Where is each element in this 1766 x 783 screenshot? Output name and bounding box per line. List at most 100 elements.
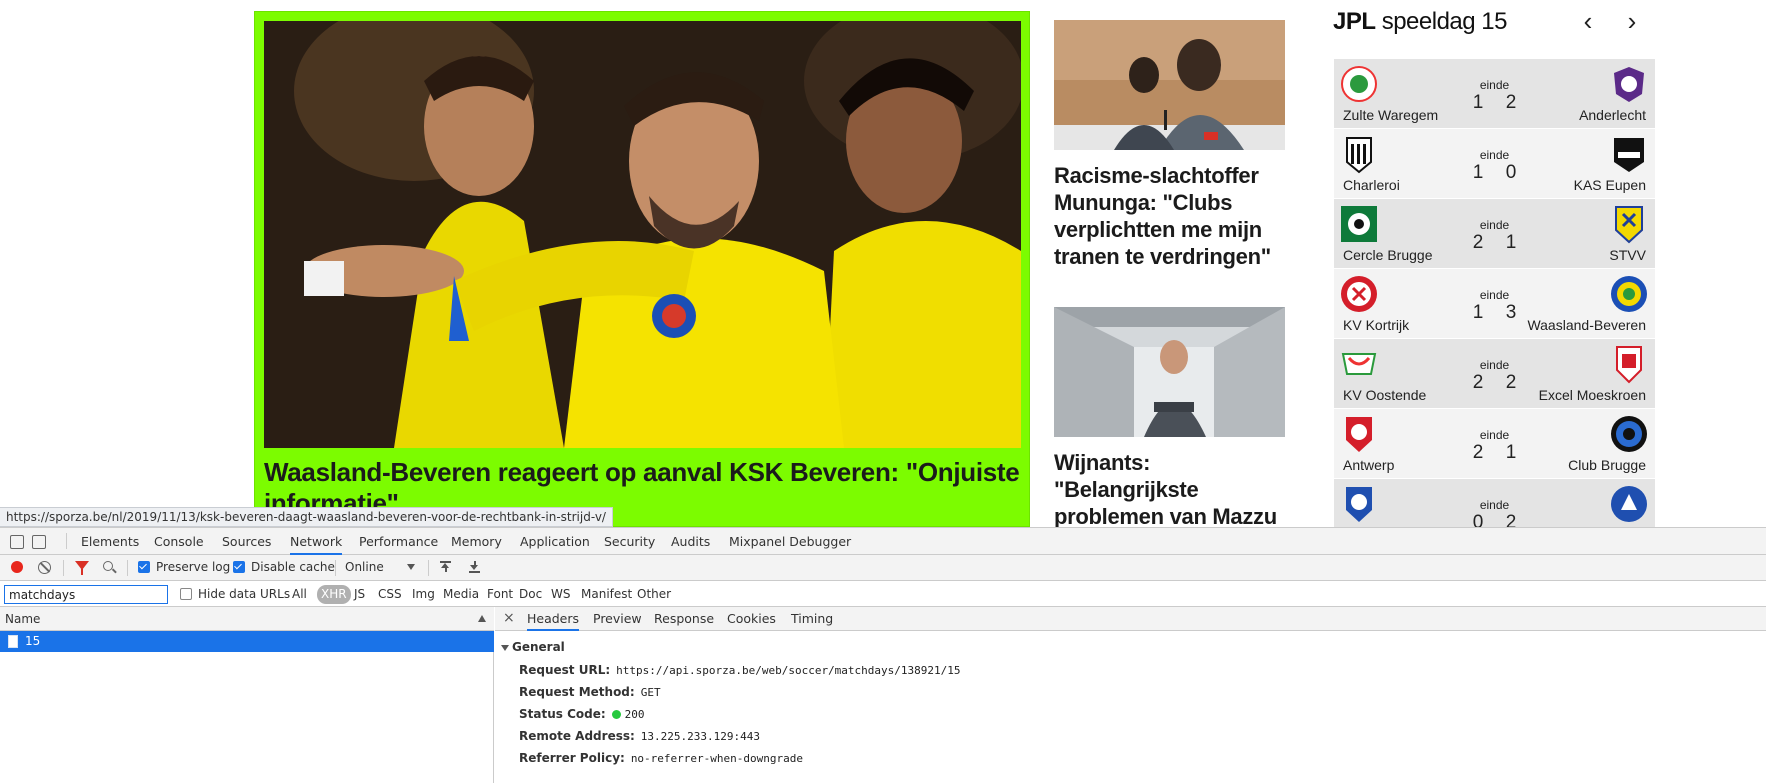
detail-tabbar: × Headers Preview Response Cookies Timin… <box>495 607 1766 631</box>
home-team: KV Kortrijk <box>1343 317 1410 333</box>
tab-security[interactable]: Security <box>604 528 655 555</box>
match-row[interactable]: einde 13 KV Kortrijk Waasland-Beveren <box>1334 269 1655 339</box>
disable-cache-checkbox[interactable] <box>233 561 245 573</box>
tab-application[interactable]: Application <box>520 528 590 555</box>
throttling-select[interactable]: Online <box>345 560 415 574</box>
header-value: 13.225.233.129:443 <box>640 730 761 743</box>
tab-elements[interactable]: Elements <box>81 528 139 555</box>
tab-cookies[interactable]: Cookies <box>727 607 776 631</box>
hero-image[interactable] <box>264 21 1021 448</box>
previous-matchday-button[interactable]: ‹ <box>1576 8 1600 34</box>
tab-sources[interactable]: Sources <box>222 528 271 555</box>
home-score: 1 <box>1472 162 1484 183</box>
name-header-label: Name <box>5 612 41 626</box>
match-row[interactable]: einde 21 Antwerp Club Brugge <box>1334 409 1655 479</box>
request-name: 15 <box>25 634 41 648</box>
match-row[interactable]: einde 02 <box>1334 479 1655 527</box>
hide-data-urls-label: Hide data URLs <box>198 587 291 601</box>
type-filter-xhr[interactable]: XHR <box>317 585 351 604</box>
export-har-icon[interactable] <box>469 561 480 573</box>
chevron-down-icon <box>407 564 415 570</box>
device-toolbar-icon[interactable] <box>32 534 46 549</box>
tab-audits[interactable]: Audits <box>671 528 710 555</box>
type-filter-manifest[interactable]: Manifest <box>579 585 634 604</box>
hero-article[interactable]: Waasland-Beveren reageert op aanval KSK … <box>254 11 1030 527</box>
search-icon[interactable] <box>103 561 113 571</box>
tab-network[interactable]: Network <box>290 528 343 555</box>
home-score: 2 <box>1472 232 1484 253</box>
tab-response[interactable]: Response <box>654 607 714 631</box>
tab-memory[interactable]: Memory <box>451 528 502 555</box>
home-score: 1 <box>1472 302 1484 323</box>
home-score: 0 <box>1472 512 1484 527</box>
filter-icon[interactable] <box>75 561 89 575</box>
sort-ascending-icon[interactable] <box>478 615 486 622</box>
type-filter-other[interactable]: Other <box>635 585 673 604</box>
throttling-value: Online <box>345 560 384 574</box>
inspect-element-icon[interactable] <box>10 534 24 549</box>
link-status-url: https://sporza.be/nl/2019/11/13/ksk-beve… <box>0 507 613 527</box>
request-row[interactable]: 15 <box>0 631 494 652</box>
request-list: Name 15 <box>0 607 494 783</box>
article-thumbnail[interactable] <box>1054 20 1285 150</box>
match-row[interactable]: einde 10 Charleroi KAS Eupen <box>1334 129 1655 199</box>
home-team: Charleroi <box>1343 177 1400 193</box>
type-filter-img[interactable]: Img <box>410 585 437 604</box>
article-title[interactable]: Wijnants: "Belangrijkste problemen van M… <box>1054 449 1285 527</box>
match-row[interactable]: einde 22 KV Oostende Excel Moeskroen <box>1334 339 1655 409</box>
header-key: Status Code: <box>519 707 606 721</box>
home-score: 1 <box>1472 92 1484 113</box>
type-filter-font[interactable]: Font <box>485 585 515 604</box>
header-value: no-referrer-when-downgrade <box>630 752 803 765</box>
type-filter-doc[interactable]: Doc <box>517 585 544 604</box>
preserve-log-checkbox[interactable] <box>138 561 150 573</box>
article-thumbnail[interactable] <box>1054 307 1285 437</box>
match-score: 02 <box>1334 512 1655 527</box>
type-filter-all[interactable]: All <box>290 585 309 604</box>
article-card[interactable]: Racisme-slachtoffer Mununga: "Clubs verp… <box>1054 20 1285 270</box>
type-filter-media[interactable]: Media <box>441 585 481 604</box>
export-arrow <box>470 565 478 570</box>
document-icon <box>8 635 18 648</box>
article-title[interactable]: Racisme-slachtoffer Mununga: "Clubs verp… <box>1054 162 1285 270</box>
record-button[interactable] <box>11 561 23 573</box>
header-value: GET <box>640 686 661 699</box>
header-request-method: Request Method: GET <box>519 685 661 699</box>
name-column-header[interactable]: Name <box>0 607 494 631</box>
filter-input[interactable] <box>4 585 168 604</box>
tab-headers[interactable]: Headers <box>527 607 580 631</box>
import-stem <box>444 568 447 572</box>
divider <box>63 560 64 576</box>
match-status: einde <box>1479 428 1510 442</box>
preserve-log-label: Preserve log <box>156 560 231 574</box>
match-row[interactable]: einde 12 Zulte Waregem Anderlecht <box>1334 59 1655 129</box>
away-score: 2 <box>1505 372 1517 393</box>
jpl-header: JPL speeldag 15 <box>1333 8 1507 36</box>
home-score: 2 <box>1472 372 1484 393</box>
tab-preview[interactable]: Preview <box>593 607 642 631</box>
general-section-toggle[interactable]: General <box>501 640 565 654</box>
tab-mixpanel-debugger[interactable]: Mixpanel Debugger <box>729 528 851 555</box>
match-status: einde <box>1479 218 1510 232</box>
hide-data-urls-checkbox[interactable] <box>180 588 192 600</box>
article-card[interactable]: Wijnants: "Belangrijkste problemen van M… <box>1054 307 1285 527</box>
divider <box>66 533 67 549</box>
type-filter-ws[interactable]: WS <box>549 585 572 604</box>
divider <box>428 560 429 576</box>
away-score: 3 <box>1505 302 1517 323</box>
clear-button[interactable] <box>38 561 51 574</box>
tab-timing[interactable]: Timing <box>791 607 833 631</box>
tab-console[interactable]: Console <box>154 528 204 555</box>
import-har-icon[interactable] <box>440 561 451 573</box>
type-filter-css[interactable]: CSS <box>376 585 404 604</box>
next-matchday-button[interactable]: › <box>1620 8 1644 34</box>
type-filter-js[interactable]: JS <box>352 585 367 604</box>
header-key: Remote Address: <box>519 729 635 743</box>
away-score: 2 <box>1505 512 1517 527</box>
network-toolbar: Preserve log Disable cache Online <box>0 555 1766 581</box>
match-row[interactable]: einde 21 Cercle Brugge STVV <box>1334 199 1655 269</box>
match-status: einde <box>1479 288 1510 302</box>
close-icon[interactable]: × <box>503 610 515 626</box>
tab-performance[interactable]: Performance <box>359 528 438 555</box>
header-status-code: Status Code: 200 <box>519 707 645 721</box>
